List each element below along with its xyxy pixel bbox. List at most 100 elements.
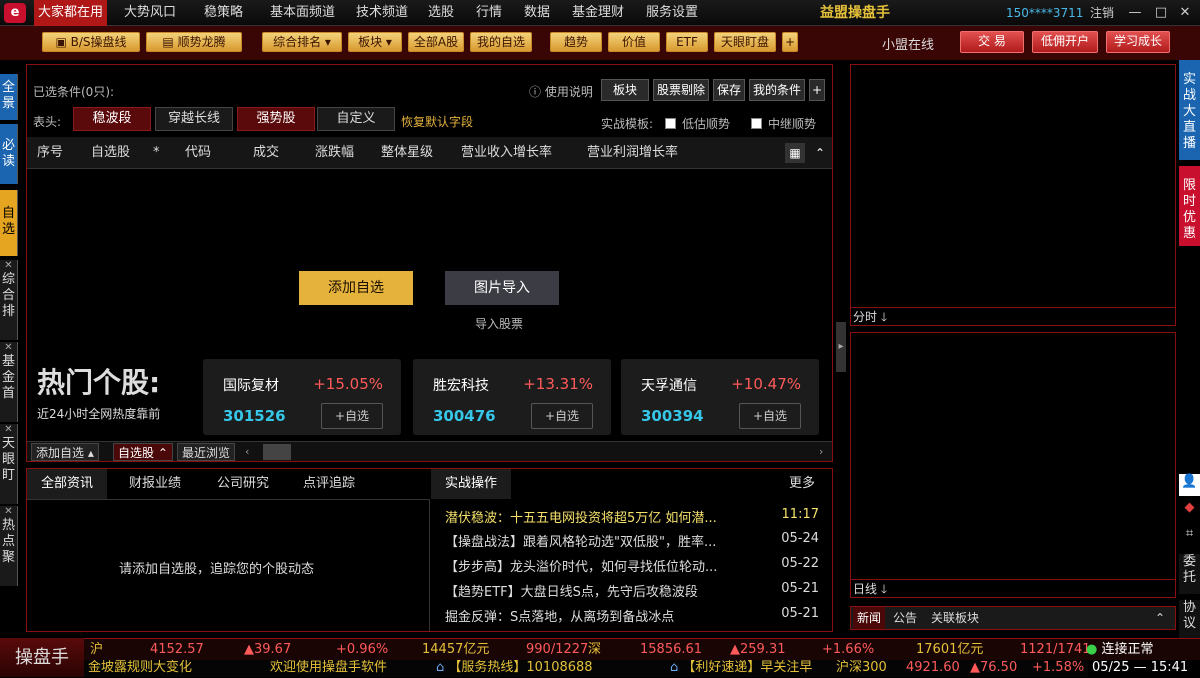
add-to-watchlist-button[interactable]: +自选 xyxy=(531,403,593,429)
subtab-add[interactable]: 添加自选 ▴ xyxy=(31,443,99,461)
side-tab-fund[interactable]: ✕ 基金首 xyxy=(0,342,18,422)
col-code[interactable]: 代码 xyxy=(185,137,211,169)
close-icon[interactable]: ✕ xyxy=(0,260,17,272)
operator-menu-button[interactable]: 操盘手 xyxy=(0,638,84,677)
trend-button[interactable]: 趋势 xyxy=(550,32,602,52)
my-watchlist-button[interactable]: 我的自选 xyxy=(470,32,532,52)
close-icon[interactable]: ✕ xyxy=(1176,4,1194,22)
add-to-watchlist-button[interactable]: +自选 xyxy=(321,403,383,429)
tab-practice[interactable]: 实战操作 xyxy=(431,469,512,499)
col-index[interactable]: 序号 xyxy=(37,137,63,169)
close-icon[interactable]: ✕ xyxy=(0,506,17,518)
promo-tab[interactable]: 限时优惠 xyxy=(1179,166,1200,246)
side-tab-watchlist[interactable]: 自选 xyxy=(0,190,18,256)
shunshi-button[interactable]: ▤ 顺势龙腾 xyxy=(146,32,242,52)
template-option-1[interactable]: 低估顺势 xyxy=(665,115,730,132)
rank-dropdown[interactable]: 综合排名 ▾ xyxy=(262,32,342,52)
agreement-tab[interactable]: 协议 xyxy=(1179,600,1200,640)
delegate-tab[interactable]: 委托 xyxy=(1179,554,1200,594)
tab-qiangshi[interactable]: 强势股 xyxy=(237,107,315,131)
tab-announcements[interactable]: 公告 xyxy=(893,607,917,629)
logout-link[interactable]: 注销 xyxy=(1090,0,1114,26)
grid-view-icon[interactable]: ▦ xyxy=(785,143,805,163)
close-icon[interactable]: ✕ xyxy=(0,424,17,436)
tab-chuanyue[interactable]: 穿越长线 xyxy=(155,107,233,131)
close-icon[interactable]: ✕ xyxy=(0,342,17,354)
open-account-button[interactable]: 低佣开户 xyxy=(1032,31,1098,53)
collapse-icon[interactable]: ⌃ xyxy=(811,143,829,163)
user-icon[interactable]: 👤 xyxy=(1179,474,1200,496)
col-rating[interactable]: 整体星级 xyxy=(381,137,433,169)
maximize-icon[interactable]: □ xyxy=(1152,4,1170,22)
panel-toggle-handle[interactable]: ▸ xyxy=(836,322,846,372)
all-a-shares-button[interactable]: 全部A股 xyxy=(408,32,464,52)
col-star[interactable]: * xyxy=(153,137,160,169)
collapse-icon[interactable]: ⌃ xyxy=(1155,607,1165,629)
menu-item[interactable]: 稳策略 xyxy=(204,0,243,26)
help-link[interactable]: ⓘ 使用说明 xyxy=(529,83,593,100)
tab-related-sectors[interactable]: 关联板块 xyxy=(931,607,979,629)
value-button[interactable]: 价值 xyxy=(608,32,660,52)
checkbox[interactable] xyxy=(665,118,676,129)
side-tab-eye[interactable]: ✕ 天眼盯 xyxy=(0,424,18,504)
hot-stock-card[interactable]: 胜宏科技 +13.31% 300476 +自选 xyxy=(413,359,611,435)
side-tab-hotspot[interactable]: ✕ 热点聚 xyxy=(0,506,18,586)
menu-item[interactable]: 基本面频道 xyxy=(270,0,335,26)
eye-monitor-button[interactable]: 天眼盯盘 xyxy=(714,32,776,52)
scroll-right-icon[interactable]: › xyxy=(819,445,823,458)
add-watchlist-button[interactable]: 添加自选 xyxy=(299,271,413,305)
menu-item[interactable]: 技术频道 xyxy=(356,0,408,26)
live-stream-tab[interactable]: 实战大直播 xyxy=(1179,60,1200,160)
tab-earnings[interactable]: 财报业绩 xyxy=(129,469,181,499)
crop-icon[interactable]: ⌗ xyxy=(1179,526,1200,548)
my-conditions-button[interactable]: 我的条件 xyxy=(749,79,805,101)
minimize-icon[interactable]: — xyxy=(1126,4,1144,22)
etf-button[interactable]: ETF xyxy=(666,32,708,52)
col-change[interactable]: 涨跌幅 xyxy=(315,137,354,169)
trade-button[interactable]: 交 易 xyxy=(960,31,1024,53)
menu-item[interactable]: 数据 xyxy=(524,0,550,26)
add-toolbar-button[interactable]: + xyxy=(782,32,798,52)
restore-default-link[interactable]: 恢复默认字段 xyxy=(401,113,473,130)
col-volume[interactable]: 成交 xyxy=(253,137,279,169)
menu-item[interactable]: 行情 xyxy=(476,0,502,26)
scroll-left-icon[interactable]: ‹ xyxy=(245,445,249,458)
remove-stock-button[interactable]: 股票剔除 xyxy=(653,79,709,101)
daily-label[interactable]: 日线 🡓 xyxy=(851,579,1175,597)
menu-item[interactable]: 选股 xyxy=(428,0,454,26)
template-option-2[interactable]: 中继顺势 xyxy=(751,115,816,132)
tab-custom[interactable]: 自定义 xyxy=(317,107,395,131)
menu-item[interactable]: 大家都在用 xyxy=(34,0,108,26)
side-tab-must-read[interactable]: 必读 xyxy=(0,124,18,184)
learning-button[interactable]: 学习成长 xyxy=(1106,31,1170,53)
sector-button[interactable]: 板块 xyxy=(601,79,649,101)
side-tab-panorama[interactable]: 全景 xyxy=(0,74,18,120)
checkbox[interactable] xyxy=(751,118,762,129)
sector-dropdown[interactable]: 板块 ▾ xyxy=(348,32,402,52)
more-link[interactable]: 更多 xyxy=(789,469,815,499)
menu-item[interactable]: 大势风口 xyxy=(124,0,176,26)
col-profit-growth[interactable]: 营业利润增长率 xyxy=(587,137,678,169)
app-icon[interactable]: ◆ xyxy=(1179,500,1200,522)
intraday-label[interactable]: 分时 🡓 xyxy=(851,307,1175,325)
col-revenue-growth[interactable]: 营业收入增长率 xyxy=(461,137,552,169)
tab-all-news[interactable]: 全部资讯 xyxy=(27,469,108,499)
side-tab-ranking[interactable]: ✕ 综合排 xyxy=(0,260,18,340)
col-stock[interactable]: 自选股 xyxy=(91,137,130,169)
hot-stock-card[interactable]: 国际复材 +15.05% 301526 +自选 xyxy=(203,359,401,435)
tab-research[interactable]: 公司研究 xyxy=(217,469,269,499)
subtab-watchlist[interactable]: 自选股 ⌃ xyxy=(113,443,173,461)
user-account[interactable]: 150****3711 xyxy=(1006,0,1083,26)
tab-review[interactable]: 点评追踪 xyxy=(303,469,355,499)
scrollbar-thumb[interactable] xyxy=(263,444,291,460)
bs-line-button[interactable]: ▣ B/S操盘线 xyxy=(42,32,140,52)
add-condition-button[interactable]: + xyxy=(809,79,825,101)
tab-wenboduan[interactable]: 稳波段 xyxy=(73,107,151,131)
save-button[interactable]: 保存 xyxy=(713,79,745,101)
tab-news[interactable]: 新闻 xyxy=(853,607,886,629)
image-import-button[interactable]: 图片导入 xyxy=(445,271,559,305)
subtab-recent[interactable]: 最近浏览 xyxy=(177,443,236,461)
add-to-watchlist-button[interactable]: +自选 xyxy=(739,403,801,429)
menu-item[interactable]: 服务设置 xyxy=(646,0,698,26)
hot-stock-card[interactable]: 天孚通信 +10.47% 300394 +自选 xyxy=(621,359,819,435)
